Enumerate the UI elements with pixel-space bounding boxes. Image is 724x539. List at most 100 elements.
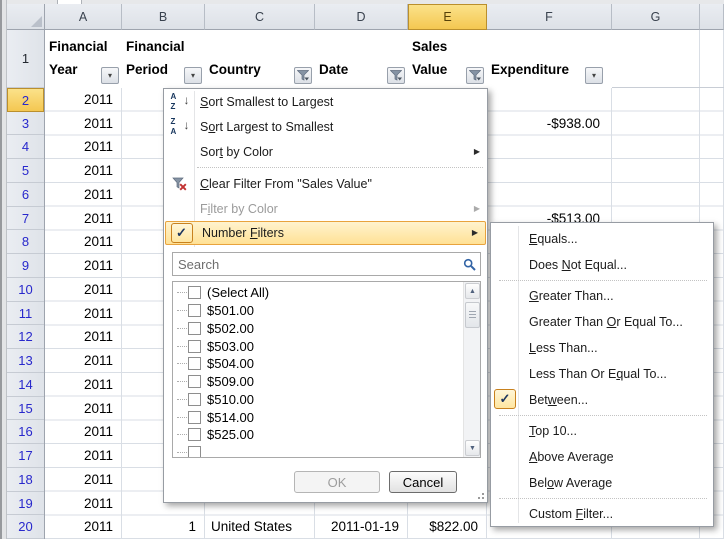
filter-button-financial-year[interactable]: ▾ — [101, 67, 119, 84]
submenu-item-below-average[interactable]: Below Average — [491, 470, 713, 496]
cell-D20[interactable]: 2011-01-19 — [315, 515, 408, 539]
cell-A4[interactable]: 2011 — [45, 135, 122, 159]
column-header-B[interactable]: B — [122, 4, 205, 30]
menu-item-sort-smallest-to-largest[interactable]: AZ↓Sort Smallest to Largest — [164, 89, 487, 114]
filter-button-expenditure[interactable]: ▾ — [585, 67, 603, 84]
list-value-510-00[interactable]: $510.00 — [175, 391, 445, 409]
filter-button-country[interactable] — [294, 67, 312, 84]
checkbox[interactable] — [188, 446, 201, 458]
header-cell-financial-year[interactable]: Financial Year ▾ — [45, 30, 122, 88]
cell-A9[interactable]: 2011 — [45, 254, 122, 278]
cell-A19[interactable]: 2011 — [45, 492, 122, 516]
row-header-1[interactable]: 1 — [7, 30, 44, 88]
checkbox[interactable] — [188, 393, 201, 406]
submenu-item-between[interactable]: ✓Between... — [491, 387, 713, 413]
submenu-item-custom-filter[interactable]: Custom Filter... — [491, 501, 713, 527]
cell-B20[interactable]: 1 — [122, 515, 205, 539]
submenu-item-top-10[interactable]: Top 10... — [491, 418, 713, 444]
cell-A10[interactable]: 2011 — [45, 278, 122, 302]
row-header-18[interactable]: 18 — [7, 468, 44, 492]
submenu-item-does-not-equal[interactable]: Does Not Equal... — [491, 252, 713, 278]
row-header-12[interactable]: 12 — [7, 325, 44, 349]
header-cell-financial-period[interactable]: Financial Period ▾ — [122, 30, 205, 88]
cell-A17[interactable]: 2011 — [45, 444, 122, 468]
list-value-525-00[interactable]: $525.00 — [175, 426, 445, 444]
row-header-17[interactable]: 17 — [7, 444, 44, 468]
row-header-16[interactable]: 16 — [7, 420, 44, 444]
list-value-502-00[interactable]: $502.00 — [175, 320, 445, 338]
cell-C20[interactable]: United States — [205, 515, 315, 539]
cell-A20[interactable]: 2011 — [45, 515, 122, 539]
list-value-501-00[interactable]: $501.00 — [175, 302, 445, 320]
row-header-10[interactable]: 10 — [7, 278, 44, 302]
list-value-504-00[interactable]: $504.00 — [175, 355, 445, 373]
search-input[interactable] — [173, 257, 458, 272]
column-header-G[interactable]: G — [612, 4, 700, 30]
row-header-13[interactable]: 13 — [7, 349, 44, 373]
checkbox[interactable] — [188, 340, 201, 353]
row-header-7[interactable]: 7 — [7, 207, 44, 231]
list-value-514-00[interactable]: $514.00 — [175, 408, 445, 426]
row-header-3[interactable]: 3 — [7, 112, 44, 136]
checkbox[interactable] — [188, 411, 201, 424]
checkbox[interactable] — [188, 357, 201, 370]
checkbox[interactable] — [188, 286, 201, 299]
column-header-C[interactable]: C — [205, 4, 315, 30]
cell-A12[interactable]: 2011 — [45, 325, 122, 349]
cell-A3[interactable]: 2011 — [45, 112, 122, 136]
list-value-503-00[interactable]: $503.00 — [175, 337, 445, 355]
cell-A6[interactable]: 2011 — [45, 183, 122, 207]
menu-item-filter-by-color[interactable]: Filter by Color▶ — [164, 196, 487, 221]
header-cell-sales-value[interactable]: Sales Value — [408, 30, 487, 88]
submenu-item-greater-than-or-equal-to[interactable]: Greater Than Or Equal To... — [491, 309, 713, 335]
submenu-item-less-than-or-equal-to[interactable]: Less Than Or Equal To... — [491, 361, 713, 387]
header-cell-date[interactable]: Date — [315, 30, 408, 88]
submenu-item-equals[interactable]: Equals... — [491, 226, 713, 252]
checkbox[interactable] — [188, 304, 201, 317]
list-value-509-00[interactable]: $509.00 — [175, 373, 445, 391]
menu-item-sort-by-color[interactable]: Sort by Color▶ — [164, 139, 487, 164]
cell-E20[interactable]: $822.00 — [408, 515, 487, 539]
filter-button-financial-period[interactable]: ▾ — [184, 67, 202, 84]
row-header-11[interactable]: 11 — [7, 302, 44, 326]
list-value-select-all[interactable]: (Select All) — [175, 284, 445, 302]
scroll-down-icon[interactable]: ▼ — [465, 440, 480, 456]
cell-A13[interactable]: 2011 — [45, 349, 122, 373]
row-header-15[interactable]: 15 — [7, 397, 44, 421]
select-all-corner[interactable] — [7, 4, 45, 30]
menu-item-number-filters[interactable]: ✓Number Filters▶ — [165, 221, 486, 245]
row-header-8[interactable]: 8 — [7, 230, 44, 254]
menu-item-clear-filter-from-sales-value[interactable]: Clear Filter From "Sales Value" — [164, 171, 487, 196]
submenu-item-above-average[interactable]: Above Average — [491, 444, 713, 470]
row-header-6[interactable]: 6 — [7, 183, 44, 207]
checkbox[interactable] — [188, 375, 201, 388]
cell-A7[interactable]: 2011 — [45, 207, 122, 231]
row-header-2[interactable]: 2 — [7, 88, 44, 112]
scroll-up-icon[interactable]: ▲ — [465, 283, 480, 299]
scrollbar-thumb[interactable] — [465, 302, 480, 328]
cell-A2[interactable]: 2011 — [45, 88, 122, 112]
row-header-5[interactable]: 5 — [7, 159, 44, 183]
column-header-E[interactable]: E — [408, 4, 487, 30]
row-header-4[interactable]: 4 — [7, 135, 44, 159]
list-scrollbar[interactable]: ▲ ▼ — [463, 282, 480, 457]
checkbox[interactable] — [188, 428, 201, 441]
filter-button-date[interactable] — [387, 67, 405, 84]
list-value-partial[interactable] — [175, 444, 445, 458]
row-header-14[interactable]: 14 — [7, 373, 44, 397]
cell-A5[interactable]: 2011 — [45, 159, 122, 183]
ok-button[interactable]: OK — [294, 471, 380, 493]
column-header-partial[interactable] — [700, 4, 724, 30]
submenu-item-greater-than[interactable]: Greater Than... — [491, 283, 713, 309]
header-cell-expenditure[interactable]: Expenditure ▾ — [487, 30, 612, 88]
cell-F3[interactable]: -$938.00 — [487, 112, 612, 136]
filter-button-sales-value[interactable] — [466, 67, 484, 84]
submenu-item-less-than[interactable]: Less Than... — [491, 335, 713, 361]
cell-A8[interactable]: 2011 — [45, 230, 122, 254]
row-header-20[interactable]: 20 — [7, 515, 44, 539]
cell-A14[interactable]: 2011 — [45, 373, 122, 397]
cell-A11[interactable]: 2011 — [45, 302, 122, 326]
resize-grip[interactable] — [474, 489, 484, 499]
checkbox[interactable] — [188, 322, 201, 335]
column-header-D[interactable]: D — [315, 4, 408, 30]
